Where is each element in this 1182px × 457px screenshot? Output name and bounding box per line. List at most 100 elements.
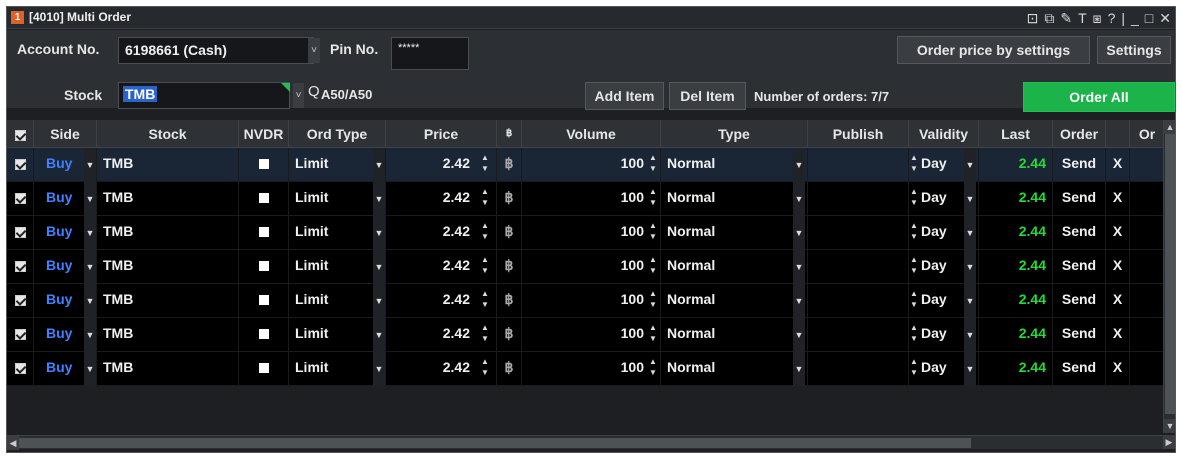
nvdr-cell[interactable]	[239, 148, 289, 182]
type-select[interactable]: Normal ▼	[661, 148, 808, 182]
minimize-icon[interactable]: _	[1131, 9, 1139, 27]
header-or[interactable]: Or	[1130, 120, 1165, 147]
ord-type-select[interactable]: Limit ▼	[289, 284, 386, 318]
price-spinner-icon[interactable]: ▲ ▼	[480, 356, 490, 382]
volume-stepper[interactable]: 100 ▲ ▼	[522, 318, 661, 352]
price-stepper[interactable]: 2.42 ▲ ▼	[386, 250, 497, 284]
price-spinner-icon[interactable]: ▲ ▼	[480, 220, 490, 246]
send-button[interactable]: Send	[1053, 182, 1106, 216]
side-select[interactable]: Buy ▼	[34, 148, 97, 182]
publish-input[interactable]	[808, 318, 909, 352]
ord-type-select[interactable]: Limit ▼	[289, 182, 386, 216]
side-select[interactable]: Buy ▼	[34, 216, 97, 250]
nvdr-checkbox[interactable]	[258, 193, 269, 204]
price-stepper[interactable]: 2.42 ▲ ▼	[386, 352, 497, 386]
ord-type-dropdown-icon[interactable]: ▼	[373, 318, 385, 352]
send-button[interactable]: Send	[1053, 318, 1106, 352]
table-row[interactable]: Buy ▼ TMB Limit ▼ 2.42 ▲ ▼ ฿ 100 ▲ ▼ Normal ▼ ▲…	[7, 182, 1165, 216]
row-checkbox[interactable]	[14, 260, 26, 272]
stock-cell[interactable]: TMB	[97, 284, 239, 318]
price-spinner-icon[interactable]: ▲ ▼	[480, 254, 490, 280]
table-row[interactable]: Buy ▼ TMB Limit ▼ 2.42 ▲ ▼ ฿ 100 ▲ ▼ Normal ▼ ▲…	[7, 148, 1165, 182]
validity-dropdown-icon[interactable]: ▼	[964, 182, 976, 216]
nvdr-cell[interactable]	[239, 250, 289, 284]
remove-row-button[interactable]: X	[1106, 352, 1130, 386]
ord-type-dropdown-icon[interactable]: ▼	[373, 216, 385, 250]
side-select[interactable]: Buy ▼	[34, 352, 97, 386]
side-dropdown-icon[interactable]: ▼	[84, 182, 96, 216]
type-dropdown-icon[interactable]: ▼	[793, 182, 805, 216]
publish-input[interactable]	[808, 148, 909, 182]
validity-spinner-icon[interactable]: ▲ ▼	[909, 254, 919, 280]
nvdr-checkbox[interactable]	[258, 261, 269, 272]
header-last[interactable]: Last	[979, 120, 1053, 147]
header-side[interactable]: Side	[34, 120, 97, 147]
type-dropdown-icon[interactable]: ▼	[793, 352, 805, 386]
type-dropdown-icon[interactable]: ▼	[793, 148, 805, 182]
validity-select[interactable]: ▲ ▼ Day ▼	[909, 148, 979, 182]
type-dropdown-icon[interactable]: ▼	[793, 318, 805, 352]
validity-select[interactable]: ▲ ▼ Day ▼	[909, 318, 979, 352]
settings-button[interactable]: Settings	[1097, 36, 1171, 64]
row-checkbox[interactable]	[14, 192, 26, 204]
send-button[interactable]: Send	[1053, 250, 1106, 284]
volume-spinner-icon[interactable]: ▲ ▼	[648, 322, 658, 348]
close-icon[interactable]: ✕	[1159, 9, 1171, 27]
header-ord-type[interactable]: Ord Type	[289, 120, 386, 147]
order-all-button[interactable]: Order All	[1023, 82, 1175, 112]
row-select-cell[interactable]	[7, 284, 34, 318]
volume-stepper[interactable]: 100 ▲ ▼	[522, 250, 661, 284]
stock-cell[interactable]: TMB	[97, 182, 239, 216]
row-select-cell[interactable]	[7, 216, 34, 250]
header-validity[interactable]: Validity	[909, 120, 979, 147]
ord-type-select[interactable]: Limit ▼	[289, 250, 386, 284]
publish-input[interactable]	[808, 284, 909, 318]
validity-spinner-icon[interactable]: ▲ ▼	[909, 220, 919, 246]
vertical-scroll-thumb[interactable]	[1165, 134, 1175, 414]
nvdr-cell[interactable]	[239, 352, 289, 386]
side-dropdown-icon[interactable]: ▼	[84, 284, 96, 318]
search-icon[interactable]: Q	[308, 83, 320, 100]
price-spinner-icon[interactable]: ▲ ▼	[480, 186, 490, 212]
nvdr-checkbox[interactable]	[258, 363, 269, 374]
type-select[interactable]: Normal ▼	[661, 352, 808, 386]
select-all-header[interactable]	[7, 120, 34, 147]
validity-select[interactable]: ▲ ▼ Day ▼	[909, 182, 979, 216]
help-icon[interactable]: ?	[1108, 9, 1116, 27]
volume-stepper[interactable]: 100 ▲ ▼	[522, 352, 661, 386]
scroll-up-icon[interactable]: ▲	[1164, 120, 1175, 134]
volume-spinner-icon[interactable]: ▲ ▼	[648, 356, 658, 382]
type-dropdown-icon[interactable]: ▼	[793, 216, 805, 250]
stock-dropdown-icon[interactable]: ˅	[293, 83, 304, 108]
type-select[interactable]: Normal ▼	[661, 284, 808, 318]
type-dropdown-icon[interactable]: ▼	[793, 284, 805, 318]
validity-select[interactable]: ▲ ▼ Day ▼	[909, 250, 979, 284]
ord-type-select[interactable]: Limit ▼	[289, 352, 386, 386]
remove-row-button[interactable]: X	[1106, 182, 1130, 216]
ord-type-select[interactable]: Limit ▼	[289, 318, 386, 352]
header-baht[interactable]: ฿	[497, 120, 522, 147]
validity-dropdown-icon[interactable]: ▼	[964, 352, 976, 386]
add-item-button[interactable]: Add Item	[585, 82, 664, 110]
cascade-icon[interactable]: ⧉	[1044, 9, 1054, 27]
send-button[interactable]: Send	[1053, 216, 1106, 250]
nvdr-checkbox[interactable]	[258, 227, 269, 238]
table-row[interactable]: Buy ▼ TMB Limit ▼ 2.42 ▲ ▼ ฿ 100 ▲ ▼ Normal ▼ ▲…	[7, 352, 1165, 386]
row-checkbox[interactable]	[14, 294, 26, 306]
publish-input[interactable]	[808, 352, 909, 386]
stock-cell[interactable]: TMB	[97, 352, 239, 386]
price-stepper[interactable]: 2.42 ▲ ▼	[386, 216, 497, 250]
type-select[interactable]: Normal ▼	[661, 216, 808, 250]
stock-input[interactable]: TMB	[118, 82, 290, 109]
validity-dropdown-icon[interactable]: ▼	[964, 148, 976, 182]
send-button[interactable]: Send	[1053, 284, 1106, 318]
volume-spinner-icon[interactable]: ▲ ▼	[648, 152, 658, 178]
validity-spinner-icon[interactable]: ▲ ▼	[909, 152, 919, 178]
header-order[interactable]: Order	[1053, 120, 1106, 147]
row-checkbox[interactable]	[14, 158, 26, 170]
validity-spinner-icon[interactable]: ▲ ▼	[909, 288, 919, 314]
volume-spinner-icon[interactable]: ▲ ▼	[648, 186, 658, 212]
ord-type-select[interactable]: Limit ▼	[289, 148, 386, 182]
volume-spinner-icon[interactable]: ▲ ▼	[648, 254, 658, 280]
account-dropdown-icon[interactable]: ˅	[308, 38, 320, 63]
